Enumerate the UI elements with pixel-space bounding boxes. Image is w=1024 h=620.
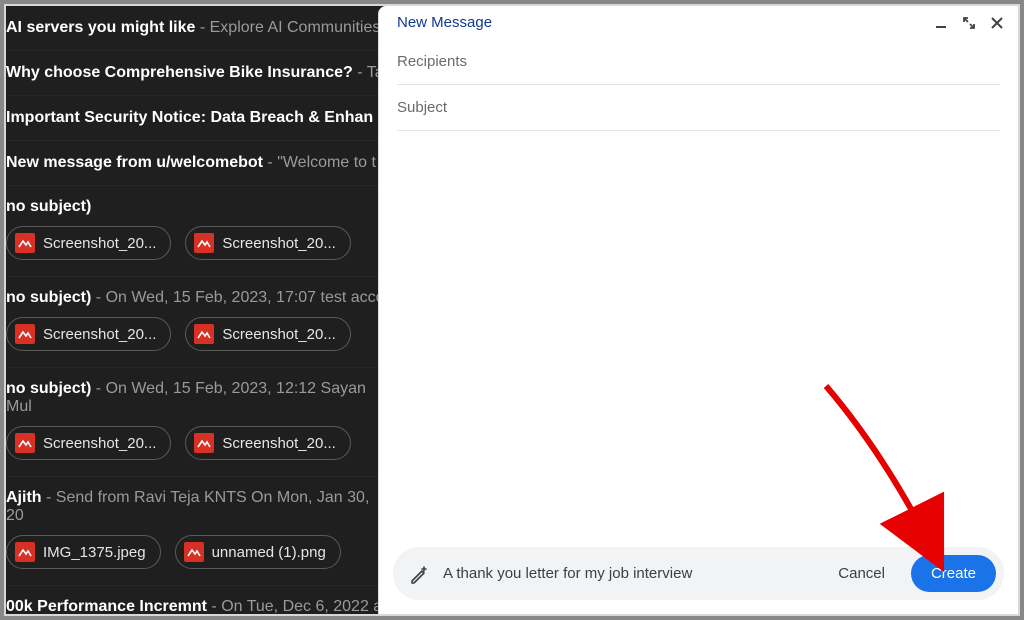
attachment-name: Screenshot_20... [43, 235, 156, 252]
image-icon [15, 433, 35, 453]
message-preview: - On Tue, Dec 6, 2022 a [207, 598, 382, 614]
create-button[interactable]: Create [911, 555, 996, 592]
message-block[interactable]: no subject) - On Wed, 15 Feb, 2023, 17:0… [6, 277, 386, 368]
attachment-row: IMG_1375.jpeg unnamed (1).png [6, 535, 386, 586]
image-icon [184, 542, 204, 562]
message-preview: - Explore AI Communities [195, 19, 380, 36]
message-subject: Why choose Comprehensive Bike Insurance? [6, 64, 353, 81]
close-icon[interactable] [990, 16, 1004, 30]
image-icon [194, 433, 214, 453]
message-subject: Ajith [6, 489, 42, 506]
attachment-name: Screenshot_20... [222, 435, 335, 452]
compose-body[interactable] [379, 131, 1018, 547]
message-subject: Important Security Notice: Data Breach &… [6, 109, 373, 126]
attachment-row: Screenshot_20... Screenshot_20... [6, 426, 386, 477]
attachment-chip[interactable]: Screenshot_20... [185, 317, 350, 351]
ai-bar: A thank you letter for my job interview … [393, 547, 1004, 600]
message-subject: 00k Performance Incremnt [6, 598, 207, 614]
message-subject: no subject) [6, 380, 91, 397]
inbox-list: AI servers you might like - Explore AI C… [6, 6, 386, 614]
message-subject: no subject) [6, 198, 91, 215]
message-row[interactable]: New message from u/welcomebot - "Welcome… [6, 141, 386, 186]
attachment-chip[interactable]: Screenshot_20... [6, 317, 171, 351]
attachment-chip[interactable]: unnamed (1).png [175, 535, 341, 569]
image-icon [194, 324, 214, 344]
message-row[interactable]: Important Security Notice: Data Breach &… [6, 96, 386, 141]
compose-panel: New Message Recipients Subject A thank y… [378, 6, 1018, 614]
attachment-row: Screenshot_20... Screenshot_20... [6, 317, 386, 368]
attachment-name: Screenshot_20... [43, 435, 156, 452]
message-row[interactable]: AI servers you might like - Explore AI C… [6, 6, 386, 51]
message-preview: - Send from Ravi Teja KNTS On Mon, Jan 3… [6, 489, 369, 524]
attachment-chip[interactable]: Screenshot_20... [185, 226, 350, 260]
app-frame: AI servers you might like - Explore AI C… [4, 4, 1020, 616]
message-block[interactable]: 00k Performance Incremnt - On Tue, Dec 6… [6, 586, 386, 614]
image-icon [15, 542, 35, 562]
attachment-chip[interactable]: Screenshot_20... [185, 426, 350, 460]
message-row[interactable]: Why choose Comprehensive Bike Insurance?… [6, 51, 386, 96]
message-subject: no subject) [6, 289, 91, 306]
attachment-chip[interactable]: IMG_1375.jpeg [6, 535, 161, 569]
message-block[interactable]: Ajith - Send from Ravi Teja KNTS On Mon,… [6, 477, 386, 586]
attachment-name: unnamed (1).png [212, 544, 326, 561]
compose-header: New Message [379, 6, 1018, 39]
image-icon [15, 233, 35, 253]
subject-field[interactable]: Subject [397, 85, 1000, 131]
message-preview: - On Wed, 15 Feb, 2023, 17:07 test acco [91, 289, 384, 306]
fullscreen-icon[interactable] [962, 16, 976, 30]
attachment-chip[interactable]: Screenshot_20... [6, 226, 171, 260]
message-block[interactable]: no subject) Screenshot_20... Screenshot_… [6, 186, 386, 277]
minimize-icon[interactable] [934, 16, 948, 30]
message-subject: New message from u/welcomebot [6, 154, 263, 171]
recipients-field[interactable]: Recipients [397, 39, 1000, 85]
attachment-row: Screenshot_20... Screenshot_20... [6, 226, 386, 277]
attachment-name: Screenshot_20... [222, 235, 335, 252]
image-icon [194, 233, 214, 253]
message-block[interactable]: no subject) - On Wed, 15 Feb, 2023, 12:1… [6, 368, 386, 477]
window-controls [934, 16, 1004, 30]
attachment-name: Screenshot_20... [43, 326, 156, 343]
cancel-button[interactable]: Cancel [826, 557, 897, 590]
compose-title: New Message [397, 14, 492, 31]
attachment-name: IMG_1375.jpeg [43, 544, 146, 561]
message-subject: AI servers you might like [6, 19, 195, 36]
magic-pen-icon [409, 564, 429, 584]
message-preview: - "Welcome to t [263, 154, 376, 171]
attachment-chip[interactable]: Screenshot_20... [6, 426, 171, 460]
ai-prompt-input[interactable]: A thank you letter for my job interview [443, 565, 812, 582]
attachment-name: Screenshot_20... [222, 326, 335, 343]
image-icon [15, 324, 35, 344]
